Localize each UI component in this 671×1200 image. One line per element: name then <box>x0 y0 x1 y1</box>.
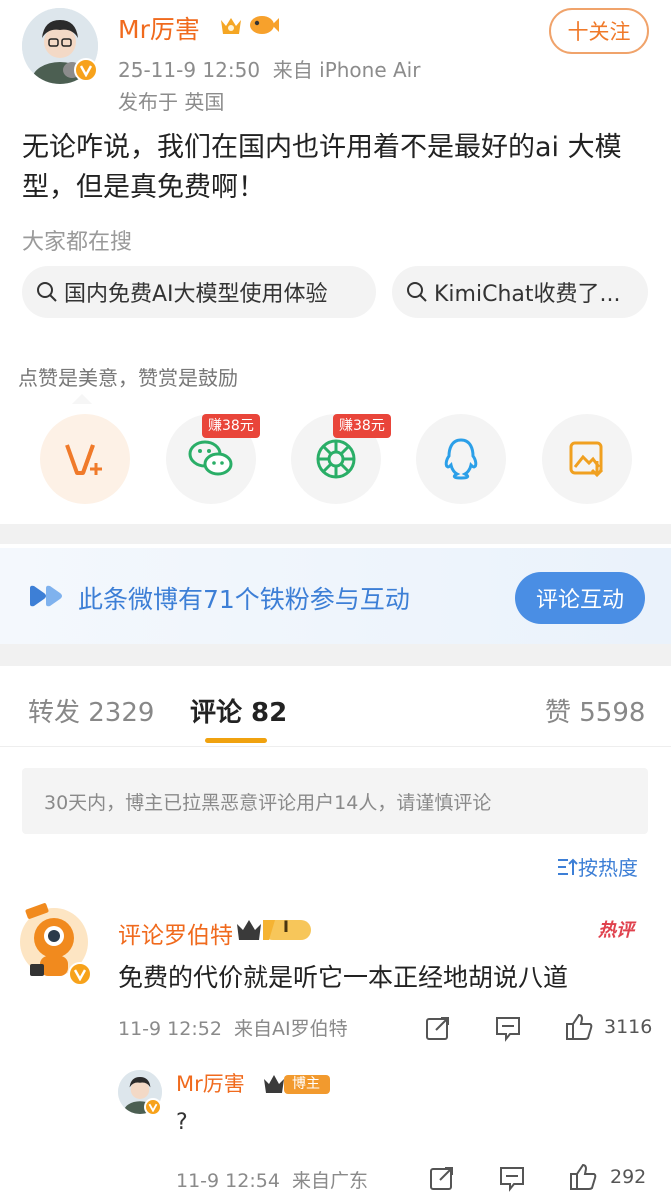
hot-comment-tag: 热评 <box>598 920 634 941</box>
post-content: 无论咋说，我们在国内也许用着不是最好的ai 大模型，但是真免费啊！ <box>22 132 622 203</box>
tab-comments[interactable]: 评论 82 <box>190 692 287 729</box>
follow-button[interactable]: 十关注 <box>549 8 649 54</box>
level-badge-label: I <box>283 917 289 936</box>
section-divider <box>0 644 671 666</box>
moments-icon <box>316 439 356 479</box>
like-icon[interactable] <box>568 1162 597 1190</box>
verified-badge-icon <box>68 962 92 986</box>
qq-icon <box>444 438 478 480</box>
blogger-badge: 博主 <box>262 1072 332 1096</box>
search-chip[interactable]: KimiChat收费了... <box>392 266 648 318</box>
post-location: 发布于 英国 <box>118 90 225 114</box>
verified-badge-icon <box>144 1098 162 1116</box>
author-name[interactable]: Mr厉害 <box>118 10 200 46</box>
section-divider <box>0 524 671 544</box>
fans-icon <box>28 585 66 607</box>
like-count: 3116 <box>604 1016 653 1038</box>
comment-icon[interactable] <box>498 1164 526 1192</box>
reply-meta: 11-9 12:54 来自广东 <box>176 1170 369 1192</box>
like-icon[interactable] <box>564 1012 593 1040</box>
like-count: 292 <box>610 1166 647 1188</box>
sort-icon <box>558 858 578 875</box>
search-chip[interactable]: 国内免费AI大模型使用体验 <box>22 266 376 318</box>
comment-meta: 11-9 12:52 来自AI罗伯特 <box>118 1018 348 1040</box>
earn-badge: 赚38元 <box>202 414 260 438</box>
share-icon[interactable] <box>424 1014 452 1042</box>
share-icon[interactable] <box>428 1164 456 1192</box>
reply-author-name[interactable]: Mr厉害 <box>176 1068 245 1098</box>
share-qq-button[interactable] <box>416 414 506 504</box>
blogger-badge-label: 博主 <box>292 1076 320 1092</box>
tab-divider <box>0 746 671 747</box>
crown-badge-icon <box>218 14 244 38</box>
reply-text: ? <box>176 1110 188 1135</box>
reward-tip: 点赞是美意，赞赏是鼓励 <box>18 366 238 390</box>
comment-icon[interactable] <box>494 1014 522 1042</box>
moderation-notice: 30天内，博主已拉黑恶意评论用户14人，请谨慎评论 <box>22 768 648 834</box>
v-plus-button[interactable] <box>40 414 130 504</box>
tab-likes[interactable]: 赞 5598 <box>545 692 645 729</box>
search-section-title: 大家都在搜 <box>22 230 133 255</box>
earn-badge: 赚38元 <box>333 414 391 438</box>
save-image-button[interactable] <box>542 414 632 504</box>
verified-badge-icon <box>74 58 98 82</box>
active-tab-indicator <box>205 738 267 743</box>
sort-label: 按热度 <box>578 856 638 880</box>
v-plus-icon <box>65 444 102 475</box>
fans-text: 此条微博有71个铁粉参与互动 <box>78 585 410 614</box>
save-image-icon <box>569 441 604 478</box>
search-icon <box>37 282 57 302</box>
commenter-name[interactable]: 评论罗伯特 <box>118 916 233 950</box>
wechat-icon <box>188 440 233 476</box>
fish-badge-icon <box>248 12 280 38</box>
comment-text: 免费的代价就是听它一本正经地胡说八道 <box>118 963 569 992</box>
post-time-source: 25-11-9 12:50 来自 iPhone Air <box>118 58 421 82</box>
search-chip-label: KimiChat收费了... <box>434 282 621 307</box>
level-badge: I <box>235 916 315 944</box>
sort-button[interactable]: 按热度 <box>556 852 638 881</box>
comment-interact-button[interactable]: 评论互动 <box>515 572 645 624</box>
search-icon <box>407 282 427 302</box>
tip-arrow <box>72 394 92 404</box>
tab-repost[interactable]: 转发 2329 <box>28 692 154 729</box>
search-chip-label: 国内免费AI大模型使用体验 <box>64 282 328 307</box>
